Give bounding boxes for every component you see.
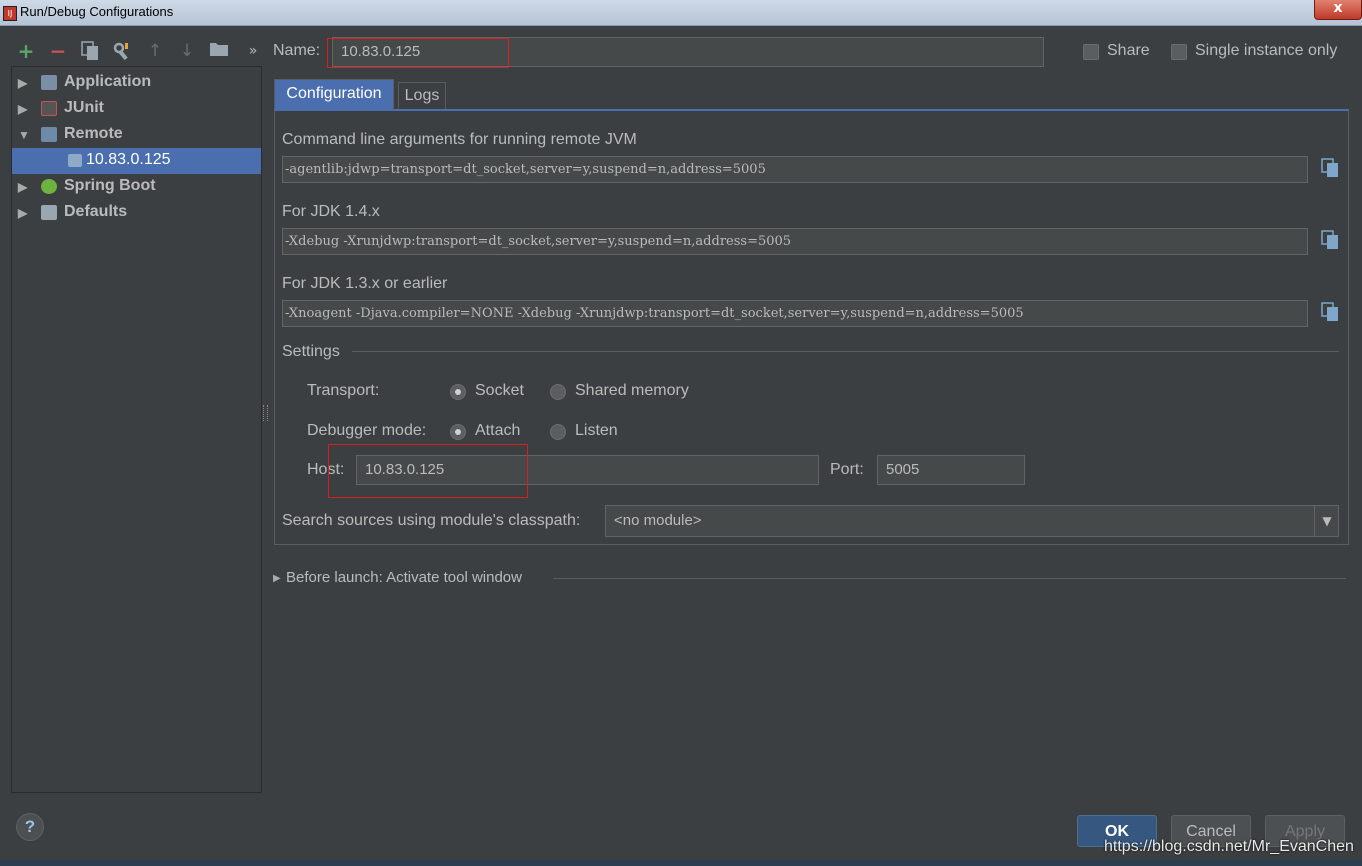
transport-socket-radio[interactable] <box>450 384 466 400</box>
tree-item-remote-config[interactable]: 10.83.0.125 <box>12 148 261 174</box>
highlight-box <box>328 444 528 498</box>
tree-item-application[interactable]: ▶ Application <box>12 70 261 96</box>
single-instance-checkbox[interactable] <box>1171 44 1187 60</box>
expand-arrow-icon[interactable]: ▶ <box>273 573 281 584</box>
bottom-strip <box>0 860 1362 866</box>
remote-icon <box>41 127 57 142</box>
remove-icon[interactable]: − <box>48 41 68 61</box>
splitter-handle[interactable] <box>263 405 268 421</box>
single-instance-label: Single instance only <box>1195 42 1338 59</box>
share-label: Share <box>1107 42 1150 59</box>
port-label: Port: <box>830 461 864 478</box>
collapse-arrow-icon[interactable]: ▼ <box>18 128 30 142</box>
settings-divider <box>352 351 1339 352</box>
mode-attach-radio[interactable] <box>450 424 466 440</box>
tree-item-junit[interactable]: ▶ JUnit <box>12 96 261 122</box>
transport-shared-memory-radio[interactable] <box>550 384 566 400</box>
jdk14-args-field[interactable]: -Xdebug -Xrunjdwp:transport=dt_socket,se… <box>282 228 1308 255</box>
mode-attach-label: Attach <box>475 422 521 439</box>
transport-label: Transport: <box>307 382 380 399</box>
config-tree[interactable]: ▶ Application ▶ JUnit ▼ Remote 10.83.0.1… <box>11 66 262 793</box>
transport-shared-memory-label: Shared memory <box>575 382 689 399</box>
tab-logs[interactable]: Logs <box>398 82 446 109</box>
mode-listen-label: Listen <box>575 422 618 439</box>
module-select[interactable]: <no module> <box>605 505 1339 537</box>
jdk14-heading: For JDK 1.4.x <box>282 203 380 220</box>
expand-arrow-icon[interactable]: ▶ <box>18 206 27 220</box>
share-checkbox[interactable] <box>1083 44 1099 60</box>
highlight-box <box>327 38 509 68</box>
cmd-args-field[interactable]: -agentlib:jdwp=transport=dt_socket,serve… <box>282 156 1308 183</box>
name-label: Name: <box>273 42 321 59</box>
tab-configuration[interactable]: Configuration <box>274 79 394 109</box>
copy-icon[interactable] <box>1321 302 1339 322</box>
copy-icon[interactable] <box>1321 230 1339 250</box>
module-label: Search sources using module's classpath: <box>282 512 581 529</box>
window-title: Run/Debug Configurations <box>20 4 174 19</box>
more-icon[interactable]: » <box>243 41 263 61</box>
help-button[interactable]: ? <box>16 813 44 841</box>
jdk13-heading: For JDK 1.3.x or earlier <box>282 275 448 292</box>
watermark: https://blog.csdn.net/Mr_EvanChen <box>1104 838 1354 855</box>
move-down-icon[interactable]: ↓ <box>177 41 197 61</box>
copy-config-icon[interactable] <box>80 41 100 61</box>
expand-arrow-icon[interactable]: ▶ <box>18 102 27 116</box>
junit-icon <box>41 101 57 116</box>
mode-listen-radio[interactable] <box>550 424 566 440</box>
folder-icon[interactable] <box>209 41 229 61</box>
application-icon <box>41 75 57 90</box>
jdk13-args-field[interactable]: -Xnoagent -Djava.compiler=NONE -Xdebug -… <box>282 300 1308 327</box>
title-bar <box>0 0 1362 26</box>
before-launch-label[interactable]: Before launch: Activate tool window <box>286 569 522 586</box>
cmd-heading: Command line arguments for running remot… <box>282 131 637 148</box>
add-icon[interactable]: + <box>16 41 36 61</box>
debugger-mode-label: Debugger mode: <box>307 422 427 439</box>
defaults-icon <box>41 205 57 220</box>
transport-socket-label: Socket <box>475 382 524 399</box>
tree-item-defaults[interactable]: ▶ Defaults <box>12 200 261 226</box>
copy-icon[interactable] <box>1321 158 1339 178</box>
port-input[interactable]: 5005 <box>877 455 1025 485</box>
chevron-down-icon[interactable]: ▼ <box>1314 506 1339 536</box>
tree-item-remote[interactable]: ▼ Remote <box>12 122 261 148</box>
remote-config-icon <box>68 154 82 167</box>
spring-boot-icon <box>41 179 57 194</box>
tree-item-spring-boot[interactable]: ▶ Spring Boot <box>12 174 261 200</box>
settings-heading: Settings <box>282 343 340 360</box>
move-up-icon[interactable]: ↑ <box>145 41 165 61</box>
before-launch-divider <box>553 578 1346 579</box>
expand-arrow-icon[interactable]: ▶ <box>18 76 27 90</box>
edit-defaults-icon[interactable] <box>112 41 132 61</box>
expand-arrow-icon[interactable]: ▶ <box>18 180 27 194</box>
app-icon: IJ <box>3 6 17 21</box>
close-button[interactable]: x <box>1314 0 1362 20</box>
